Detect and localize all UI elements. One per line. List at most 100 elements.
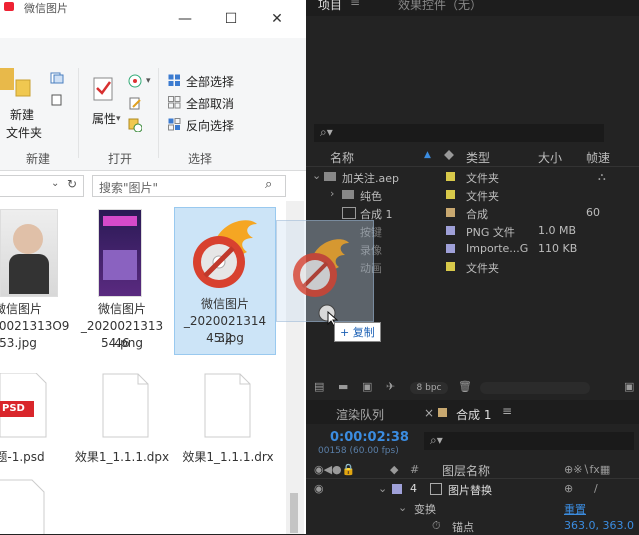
quick-access-toolbar[interactable]	[0, 0, 18, 14]
new-folder-label[interactable]: 文件夹	[6, 124, 42, 141]
expand-arrow-icon[interactable]: ⌄	[398, 501, 407, 514]
file-item[interactable]: 微信图片 _2020021313 46 54.png	[76, 207, 172, 357]
tab-menu-icon[interactable]: ≡	[350, 0, 360, 9]
project-scrollbar[interactable]	[480, 382, 590, 394]
file-item[interactable]: 效果1_1.1.1.dpx	[75, 373, 172, 473]
folder-icon	[324, 172, 336, 181]
label-color-swatch[interactable]	[446, 190, 455, 199]
effects-tab[interactable]: 效果控件（无）	[398, 0, 482, 13]
group-label-open: 打开	[108, 152, 133, 166]
invert-selection-button[interactable]: 反向选择	[186, 117, 234, 134]
refresh-icon[interactable]: ↻	[67, 177, 77, 191]
invert-selection-icon[interactable]	[168, 118, 181, 131]
panel-tab-bar: 项目 ≡ 效果控件（无）	[306, 0, 639, 14]
history-icon[interactable]	[128, 118, 143, 133]
shy-switch-icon[interactable]: ⊕	[564, 482, 573, 495]
properties-label[interactable]: 属性	[92, 110, 116, 127]
flowchart-icon[interactable]: ⛬	[598, 170, 606, 184]
project-item-row[interactable]: ⌄ 加关注.aep 文件夹 ⛬	[306, 168, 639, 186]
tab-menu-icon[interactable]: ≡	[502, 404, 512, 418]
open-with-icon[interactable]	[128, 74, 142, 88]
item-size: 1.0 MB	[538, 224, 577, 237]
new-folder-icon	[15, 79, 31, 97]
face-shape	[13, 224, 43, 254]
label-color-swatch[interactable]	[392, 484, 402, 494]
file-list: 微信图片 _2020021313O9 53.jpg 微信图片 _20200213…	[0, 201, 306, 534]
edit-icon[interactable]	[128, 96, 142, 110]
close-button[interactable]: ✕	[264, 8, 290, 30]
item-type: 文件夹	[466, 172, 499, 185]
number-column-icon[interactable]: #	[410, 463, 419, 476]
project-item-row[interactable]: › 纯色 文件夹	[306, 186, 639, 204]
timecode[interactable]: 0:00:02:38	[330, 430, 409, 445]
close-tab-icon[interactable]: ×	[424, 406, 434, 420]
visibility-eye-icon[interactable]: ◉	[314, 482, 324, 495]
file-item-selected[interactable]: 微信图片 _2020021314 32 45.jpg	[174, 207, 276, 355]
label-column-icon[interactable]: ◆	[390, 463, 398, 476]
col-size[interactable]: 大小	[538, 149, 562, 166]
project-search-input[interactable]: ⌕▾	[314, 124, 604, 142]
file-item[interactable]: 效果1_1.1.1.drx	[178, 373, 278, 473]
switches-header-icon[interactable]: ⊕※∖fx▦	[564, 463, 610, 476]
label-color-swatch[interactable]	[446, 244, 455, 253]
new-item-small-icon[interactable]	[50, 72, 64, 84]
project-tab[interactable]: 项目	[318, 0, 342, 13]
search-icon[interactable]: ⌕	[265, 177, 272, 192]
expand-arrow-icon[interactable]: ⌄	[312, 169, 321, 182]
reset-link[interactable]: 重置	[564, 501, 586, 517]
quality-switch-icon[interactable]: /	[594, 482, 598, 495]
render-queue-tab[interactable]: 渲染队列	[336, 406, 384, 423]
label-color-swatch[interactable]	[446, 172, 455, 181]
open-dropdown-icon[interactable]: ▾	[146, 76, 151, 86]
new-folder-icon[interactable]: ▬	[338, 380, 348, 393]
select-none-icon[interactable]	[168, 96, 181, 109]
transform-row[interactable]: ⌄ 变换 重置	[306, 500, 639, 516]
search-box[interactable]: 搜索"图片" ⌕	[92, 175, 286, 197]
stopwatch-icon[interactable]: ⏱	[432, 519, 441, 533]
minimize-button[interactable]: —	[172, 8, 198, 30]
file-item[interactable]: PSD 题-1.psd	[0, 373, 70, 473]
anchor-value[interactable]: 363.0, 363.0	[564, 519, 634, 532]
label-tag-icon[interactable]	[444, 150, 454, 160]
sort-arrow-icon[interactable]: ▲	[424, 150, 431, 160]
file-item[interactable]: 微信图片 _2020021313O9 53.jpg	[0, 207, 69, 357]
comp-tab[interactable]: 合成 1	[456, 406, 491, 423]
search-input[interactable]: 搜索"图片"	[99, 179, 158, 196]
expand-arrow-icon[interactable]: ›	[330, 187, 334, 200]
expand-arrow-icon[interactable]: ⌄	[378, 482, 387, 495]
interpret-footage-icon[interactable]: ▤	[314, 380, 324, 393]
col-name[interactable]: 名称	[330, 149, 354, 166]
pin-icon	[4, 2, 14, 11]
project-column-header: 名称 ▲ 类型 大小 帧速	[306, 148, 639, 167]
address-dropdown-icon[interactable]: ⌄	[51, 178, 59, 189]
col-type[interactable]: 类型	[466, 149, 490, 166]
label-color-swatch[interactable]	[446, 262, 455, 271]
layer-row[interactable]: ◉ ⌄ 4 图片替换 ⊕ /	[306, 480, 639, 498]
new-folder-button[interactable]	[14, 76, 32, 98]
select-none-button[interactable]: 全部取消	[186, 95, 234, 112]
col-fps[interactable]: 帧速	[586, 149, 610, 166]
chevron-down-icon[interactable]: ▾	[116, 114, 121, 124]
properties-button[interactable]	[92, 74, 116, 102]
easy-access-icon[interactable]	[50, 94, 64, 106]
psd-badge: PSD	[2, 403, 25, 414]
timeline-search-input[interactable]: ⌕▾	[424, 432, 634, 450]
delete-icon[interactable]: 🗑	[458, 380, 472, 393]
av-switches-icon[interactable]: ◉◀●🔒	[314, 463, 355, 476]
label-color-swatch[interactable]	[446, 226, 455, 235]
layer-name-header[interactable]: 图层名称	[442, 462, 490, 479]
project-settings-icon[interactable]: ✈	[386, 380, 395, 393]
select-all-icon[interactable]	[168, 74, 181, 87]
bit-depth-button[interactable]: 8 bpc	[410, 382, 448, 394]
anchor-row[interactable]: ⏱ 锚点 363.0, 363.0	[306, 518, 639, 534]
item-fps: 60	[586, 206, 600, 219]
search-icon: ⌕▾	[320, 125, 333, 139]
panel-options-icon[interactable]: ▣	[624, 380, 634, 393]
new-composition-icon[interactable]: ▣	[362, 380, 372, 393]
label-color-swatch[interactable]	[446, 208, 455, 217]
scrollbar-thumb[interactable]	[290, 493, 298, 533]
select-all-button[interactable]: 全部选择	[186, 73, 234, 90]
address-bar[interactable]: ⌄ ↻	[0, 175, 84, 197]
maximize-button[interactable]: ☐	[218, 8, 244, 30]
new-item-label[interactable]: 新建	[10, 106, 34, 123]
